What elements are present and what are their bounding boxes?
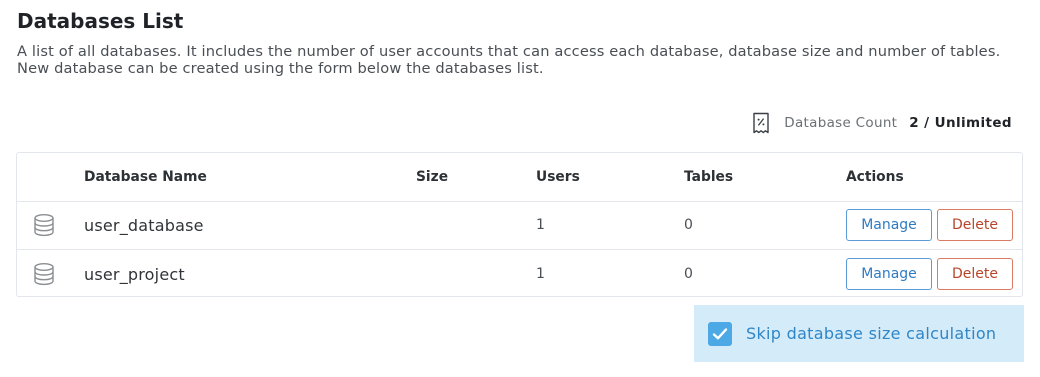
column-header-size: Size (416, 169, 449, 185)
row-actions: Manage Delete (846, 250, 1013, 298)
database-count-value: 2 / Unlimited (909, 115, 1012, 131)
column-header-database-name: Database Name (84, 169, 207, 185)
database-users: 1 (536, 217, 545, 233)
page-title: Databases List (17, 9, 184, 33)
database-count-icon (753, 112, 769, 134)
table-row: user_project 1 0 Manage Delete (17, 250, 1022, 298)
database-tables: 0 (684, 266, 693, 282)
database-users: 1 (536, 266, 545, 282)
database-icon (31, 250, 57, 298)
checkmark-icon (712, 327, 728, 339)
manage-button[interactable]: Manage (846, 209, 932, 241)
row-actions: Manage Delete (846, 201, 1013, 249)
database-count-label: Database Count (784, 115, 898, 131)
table-header: Database Name Size Users Tables Actions (17, 153, 1022, 202)
page-description: A list of all databases. It includes the… (17, 43, 1001, 77)
database-icon (31, 201, 57, 249)
delete-button[interactable]: Delete (937, 209, 1013, 241)
column-header-users: Users (536, 169, 580, 185)
database-tables: 0 (684, 217, 693, 233)
database-count: Database Count 2 / Unlimited (752, 112, 1012, 134)
skip-size-calculation-option[interactable]: Skip database size calculation (694, 305, 1024, 362)
database-name: user_project (84, 264, 185, 284)
skip-size-checkbox[interactable] (708, 321, 732, 346)
column-header-actions: Actions (846, 169, 904, 185)
delete-button[interactable]: Delete (937, 258, 1013, 290)
skip-size-label[interactable]: Skip database size calculation (746, 324, 996, 343)
table-row: user_database 1 0 Manage Delete (17, 201, 1022, 250)
column-header-tables: Tables (684, 169, 734, 185)
manage-button[interactable]: Manage (846, 258, 932, 290)
database-name: user_database (84, 215, 204, 235)
databases-table: Database Name Size Users Tables Actions … (16, 152, 1023, 297)
